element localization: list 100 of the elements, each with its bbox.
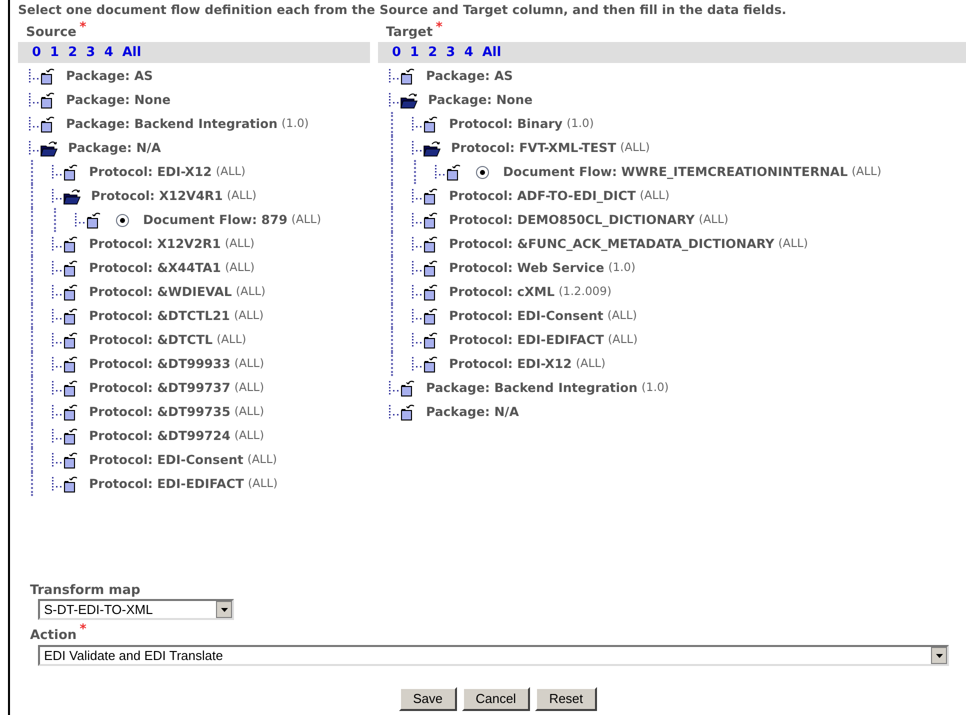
version-label: (ALL) [778, 235, 808, 252]
tree-node-label[interactable]: Document Flow: WWRE_ITEMCREATIONINTERNAL [503, 162, 848, 182]
tree-node-label[interactable]: Protocol: &DT99735 [89, 402, 230, 422]
version-label: (ALL) [608, 331, 638, 348]
tree-node-label[interactable]: Protocol: &DT99724 [89, 426, 230, 446]
folder-icon [400, 404, 416, 420]
tree-connector-icon [51, 404, 63, 420]
tree-connector-icon [388, 380, 400, 396]
tree-connector-icon [74, 212, 86, 228]
folder-icon [63, 236, 79, 252]
tree-connector-icon [411, 140, 423, 156]
column-title: Source [26, 24, 76, 42]
tree-node-label[interactable]: Protocol: &X44TA1 [89, 258, 221, 278]
level-link[interactable]: 4 [104, 42, 114, 62]
tree-node-label[interactable]: Package: AS [426, 66, 513, 86]
level-link[interactable]: 3 [446, 42, 456, 62]
tree-node-label[interactable]: Package: N/A [68, 138, 161, 158]
action-select[interactable]: EDI Validate and EDI Translate [38, 645, 949, 666]
radio-button[interactable] [476, 166, 489, 178]
tree-node-label[interactable]: Package: Backend Integration [66, 114, 278, 134]
tree-node-label[interactable]: Protocol: &DT99933 [89, 354, 230, 374]
level-link[interactable]: 3 [86, 42, 96, 62]
tree-connector-icon [434, 164, 446, 180]
tree-node-label[interactable]: Protocol: ADF-TO-EDI_DICT [449, 186, 636, 206]
tree-connector-icon [51, 476, 63, 492]
tree-node-label[interactable]: Protocol: X12V2R1 [89, 234, 221, 254]
level-link[interactable]: 4 [464, 42, 474, 62]
tree-connector-icon [51, 428, 63, 444]
tree-connector-icon [51, 260, 63, 276]
level-link[interactable]: 1 [50, 42, 60, 62]
tree-connector-icon [411, 332, 423, 348]
tree-node-label[interactable]: Protocol: EDI-Consent [89, 450, 244, 470]
version-label: (1.0) [642, 379, 669, 396]
form-button[interactable]: Cancel [462, 687, 530, 711]
folder-icon [423, 212, 439, 228]
tree-node-label[interactable]: Protocol: EDI-X12 [449, 354, 572, 374]
tree-node-label[interactable]: Protocol: Binary [449, 114, 563, 134]
level-link[interactable]: 2 [428, 42, 438, 62]
level-link[interactable]: 0 [32, 42, 42, 62]
level-link[interactable]: 1 [410, 42, 420, 62]
version-label: (ALL) [234, 427, 264, 444]
transform-map-select[interactable]: S-DT-EDI-TO-XML [38, 599, 234, 620]
tree-node-label[interactable]: Protocol: EDI-EDIFACT [89, 474, 244, 494]
tree-node-label[interactable]: Protocol: &DTCTL21 [89, 306, 230, 326]
folder-icon [423, 284, 439, 300]
tree-node-label[interactable]: Protocol: cXML [449, 282, 555, 302]
radio-button[interactable] [116, 214, 129, 226]
tree-node-label[interactable]: Package: None [428, 90, 533, 110]
folder-icon [63, 332, 79, 348]
instruction-text: Select one document flow definition each from the Source and Target column, and then fill in the data fields. [18, 1, 788, 19]
tree-node-label[interactable]: Protocol: &DT99737 [89, 378, 230, 398]
tree-connector-icon [411, 284, 423, 300]
folder-icon [63, 356, 79, 372]
version-label: (ALL) [216, 163, 246, 180]
level-link[interactable]: All [482, 42, 502, 62]
open-folder-icon [40, 140, 58, 156]
tree-connector-icon [411, 236, 423, 252]
folder-icon [63, 428, 79, 444]
version-label: (1.0) [608, 259, 636, 276]
tree-connector-icon [411, 116, 423, 132]
tree-node-label[interactable]: Package: Backend Integration [426, 378, 638, 398]
tree-connector-icon [411, 212, 423, 228]
version-label: (ALL) [576, 355, 606, 372]
tree-node-label[interactable]: Protocol: Web Service [449, 258, 604, 278]
folder-icon [423, 356, 439, 372]
folder-icon [63, 284, 79, 300]
tree-node-label[interactable]: Document Flow: 879 [143, 210, 288, 230]
folder-icon [63, 308, 79, 324]
tree-node-label[interactable]: Package: AS [66, 66, 153, 86]
form-button[interactable]: Reset [535, 687, 598, 711]
tree-node-label[interactable]: Protocol: &FUNC_ACK_METADATA_DICTIONARY [449, 234, 774, 254]
tree-connector-icon [411, 308, 423, 324]
tree-node-label[interactable]: Protocol: EDI-EDIFACT [449, 330, 604, 350]
tree-node-label[interactable]: Protocol: FVT-XML-TEST [451, 138, 616, 158]
required-mark: * [80, 623, 86, 636]
tree-connector-icon [28, 92, 40, 108]
tree-node-label[interactable]: Package: N/A [426, 402, 519, 422]
tree-connector-icon [51, 356, 63, 372]
tree-node-label[interactable]: Protocol: EDI-X12 [89, 162, 212, 182]
level-link[interactable]: 2 [68, 42, 78, 62]
folder-icon [423, 188, 439, 204]
tree-node-label[interactable]: Protocol: &DTCTL [89, 330, 213, 350]
tree-connector-icon [28, 140, 40, 156]
version-label: (ALL) [234, 355, 264, 372]
folder-icon [423, 260, 439, 276]
version-label: (ALL) [224, 259, 255, 276]
tree-node-label[interactable]: Protocol: &WDIEVAL [89, 282, 232, 302]
tree-connector-icon [51, 236, 63, 252]
tree-node-label[interactable]: Package: None [66, 90, 171, 110]
level-link[interactable]: 0 [392, 42, 402, 62]
form-button[interactable]: Save [398, 687, 457, 711]
folder-icon [40, 92, 56, 108]
field-label: Transform map [30, 582, 142, 599]
level-link[interactable]: All [122, 42, 142, 62]
tree-connector-icon [411, 260, 423, 276]
tree-node-label[interactable]: Protocol: X12V4R1 [91, 186, 223, 206]
version-label: (ALL) [620, 139, 650, 156]
tree-connector-icon [51, 332, 63, 348]
tree-node-label[interactable]: Protocol: EDI-Consent [449, 306, 604, 326]
tree-node-label[interactable]: Protocol: DEMO850CL_DICTIONARY [449, 210, 695, 230]
